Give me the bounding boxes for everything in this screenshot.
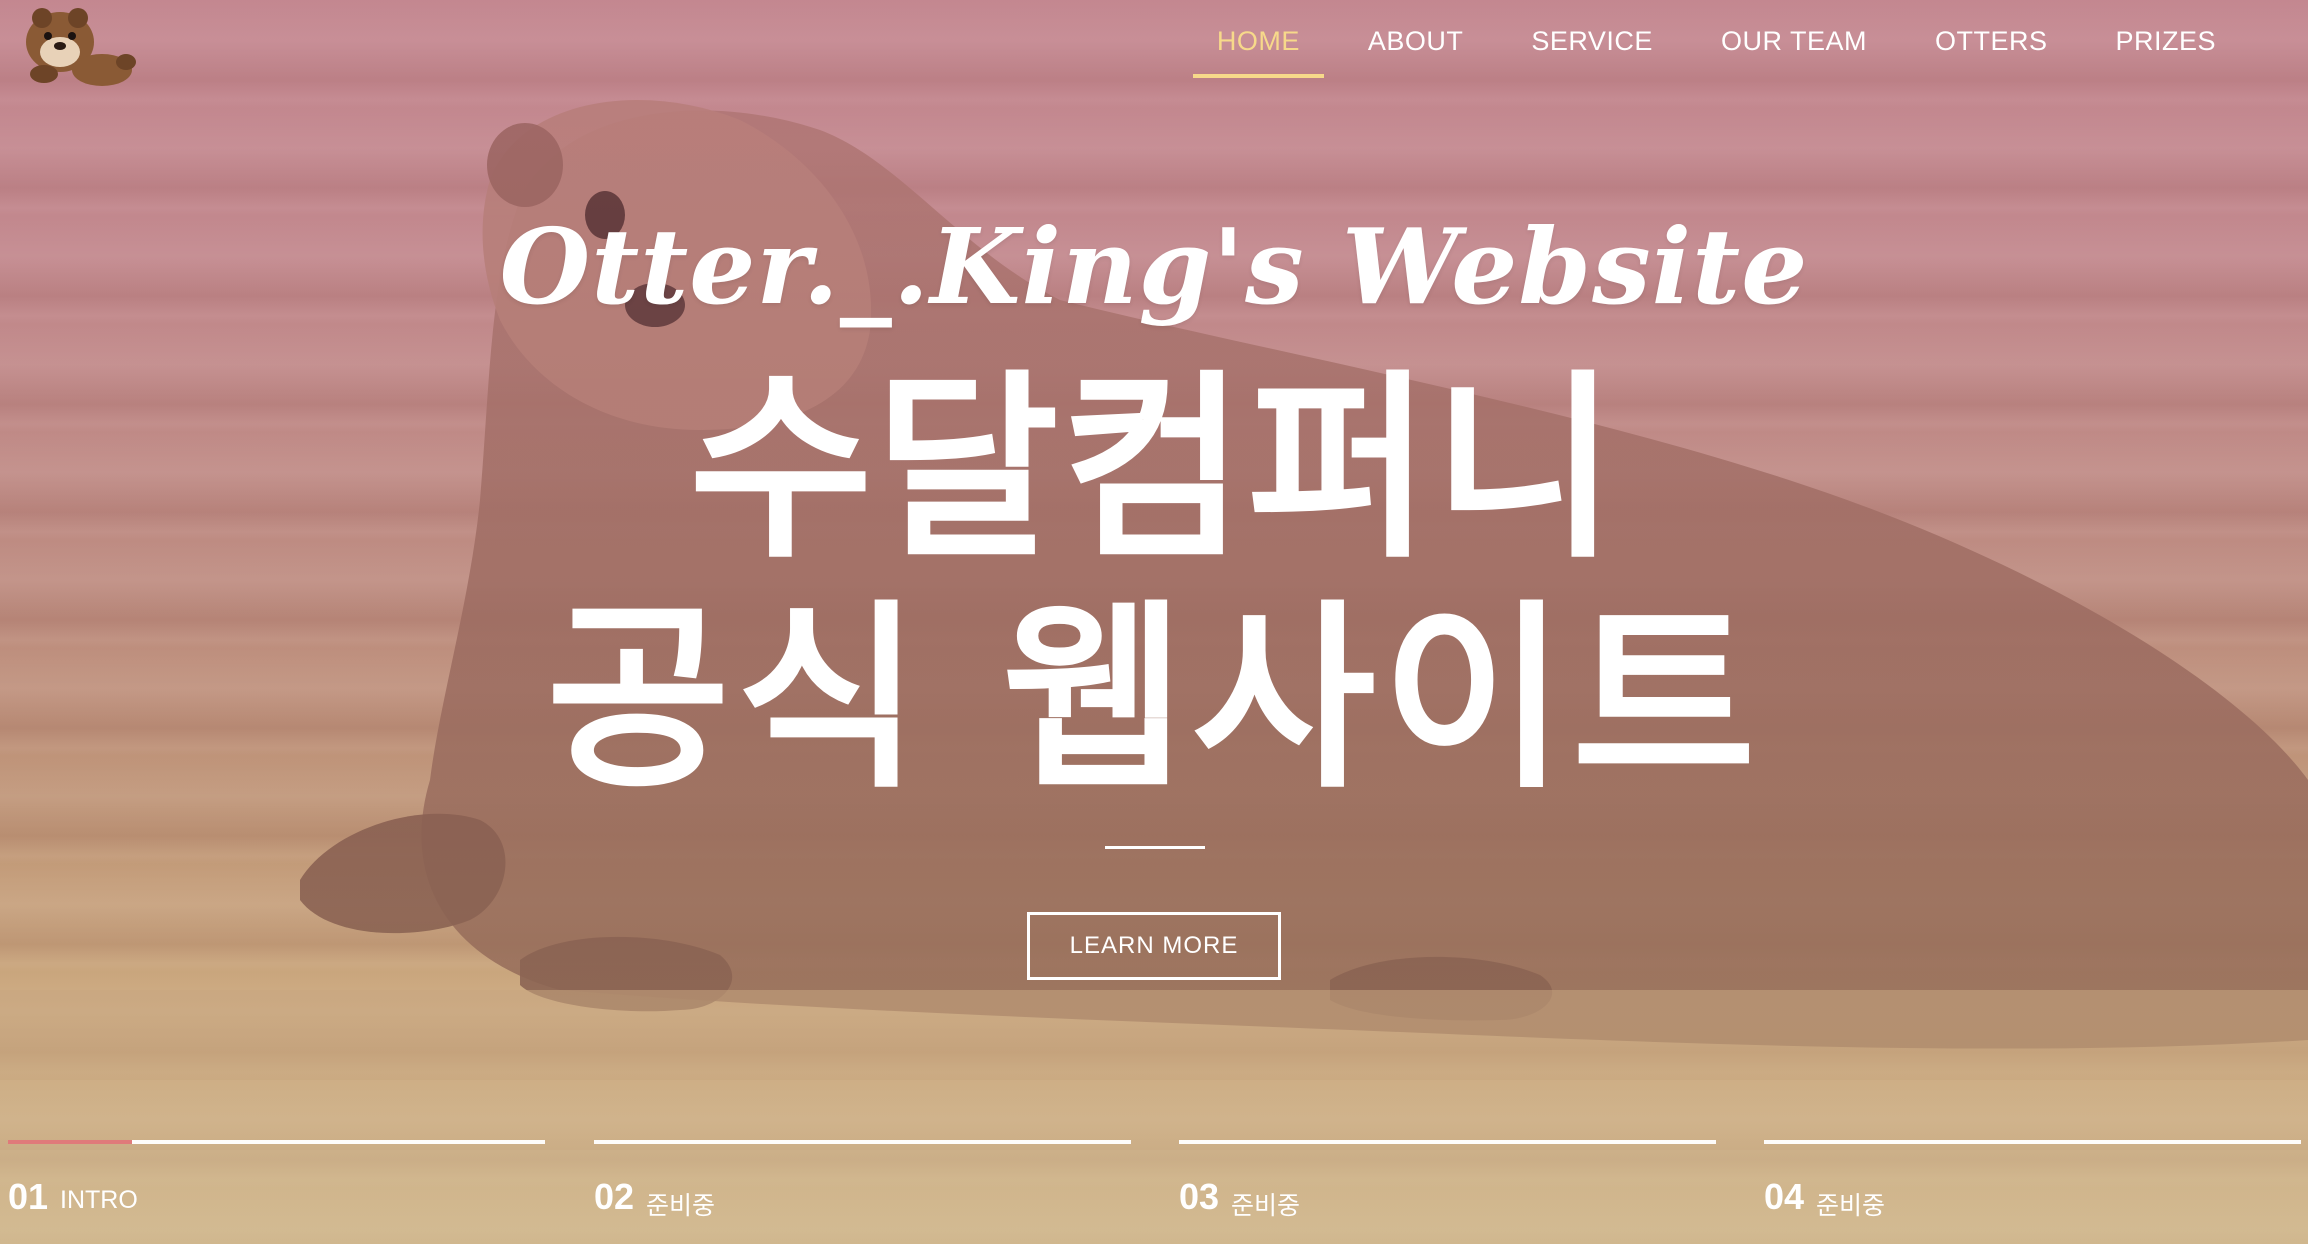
nav-our-team[interactable]: OUR TEAM xyxy=(1687,0,1901,82)
nav-service[interactable]: SERVICE xyxy=(1497,0,1687,82)
slide-indicator-1[interactable]: 01 INTRO xyxy=(8,1140,545,1240)
slide-bar xyxy=(594,1140,1131,1144)
nav-about[interactable]: ABOUT xyxy=(1334,0,1498,82)
slide-indicators: 01 INTRO 02 준비중 03 준비중 04 준비중 xyxy=(0,1140,2308,1244)
otter-emoji-icon[interactable] xyxy=(14,0,138,92)
nav-prizes[interactable]: PRIZES xyxy=(2081,0,2250,82)
slide-indicator-2[interactable]: 02 준비중 xyxy=(594,1140,1131,1240)
slide-indicator-4[interactable]: 04 준비중 xyxy=(1764,1140,2301,1240)
hero-script-title: Otter._.King's Website xyxy=(499,205,1809,328)
nav-otters[interactable]: OTTERS xyxy=(1901,0,2082,82)
slide-label: 준비중 xyxy=(646,1192,716,1220)
learn-more-button[interactable]: LEARN MORE xyxy=(1027,912,1281,980)
slide-progress xyxy=(8,1140,132,1144)
main-nav: HOME ABOUT SERVICE OUR TEAM OTTERS PRIZE… xyxy=(1183,0,2250,82)
slide-number: 03 xyxy=(1179,1176,1220,1217)
slide-indicator-3[interactable]: 03 준비중 xyxy=(1179,1140,1716,1240)
slide-bar xyxy=(1764,1140,2301,1144)
slide-label: 준비중 xyxy=(1231,1192,1301,1220)
nav-home[interactable]: HOME xyxy=(1183,0,1334,82)
hero-section: HOME ABOUT SERVICE OUR TEAM OTTERS PRIZE… xyxy=(0,0,2308,1244)
slide-number: 02 xyxy=(594,1176,635,1217)
hero-title-line1: 수달컴퍼니 xyxy=(688,353,1619,586)
hero-title-line2: 공식 웹사이트 xyxy=(546,583,1762,816)
slide-label: 준비중 xyxy=(1816,1192,1886,1220)
slide-number: 04 xyxy=(1764,1176,1805,1217)
slide-label: INTRO xyxy=(60,1186,138,1214)
slide-number: 01 xyxy=(8,1176,49,1217)
title-divider xyxy=(1105,846,1205,849)
slide-bar xyxy=(1179,1140,1716,1144)
